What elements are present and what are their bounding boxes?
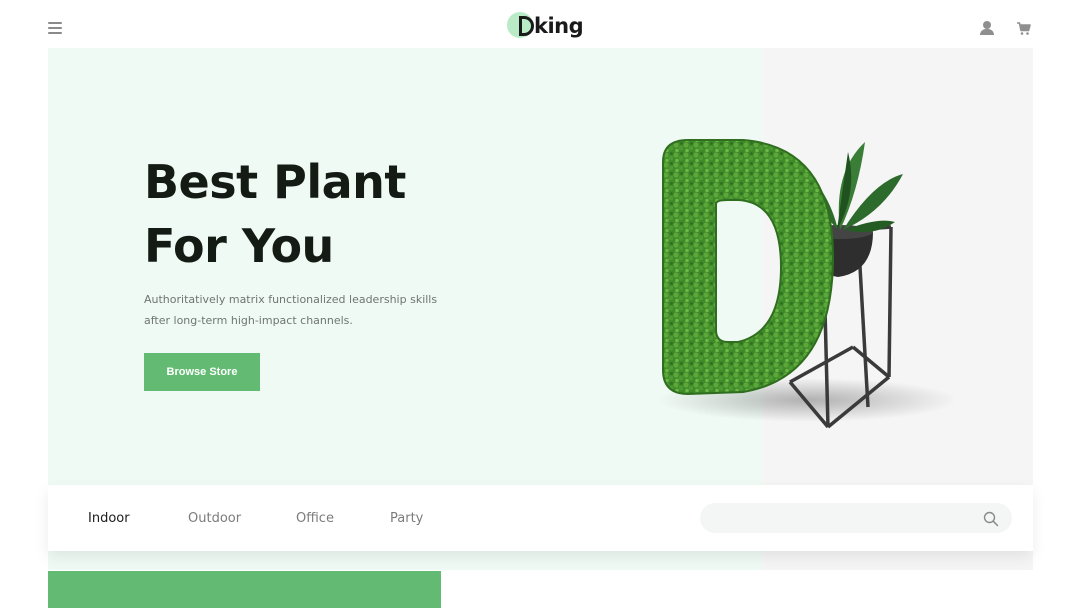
logo-mark-icon: [507, 12, 534, 38]
hero-title-line2: For You: [144, 219, 334, 273]
tab-office[interactable]: Office: [296, 485, 334, 551]
top-header: king: [0, 0, 1080, 48]
hero-description: Authoritatively matrix functionalized le…: [144, 293, 438, 327]
logo-text: king: [534, 14, 584, 38]
tab-indoor[interactable]: Indoor: [88, 485, 130, 551]
cart-icon[interactable]: [1017, 22, 1031, 36]
search-icon[interactable]: [983, 511, 999, 527]
hero-title: Best Plant For You: [144, 150, 504, 278]
plant-illustration: [658, 139, 953, 429]
page: king Best Plant For You Authoritatively …: [0, 0, 1080, 608]
hero-title-line1: Best Plant: [144, 155, 406, 209]
tab-outdoor[interactable]: Outdoor: [188, 485, 241, 551]
hamburger-menu-icon[interactable]: [48, 22, 62, 34]
search-box: [700, 503, 1012, 533]
user-icon[interactable]: [980, 21, 994, 35]
browse-store-button[interactable]: Browse Store: [144, 353, 260, 391]
category-bar: Indoor Outdoor Office Party: [48, 485, 1033, 551]
product-card-banner: [48, 571, 441, 608]
search-input[interactable]: [714, 508, 964, 528]
brand-logo[interactable]: king: [507, 10, 584, 40]
tab-party[interactable]: Party: [390, 485, 423, 551]
